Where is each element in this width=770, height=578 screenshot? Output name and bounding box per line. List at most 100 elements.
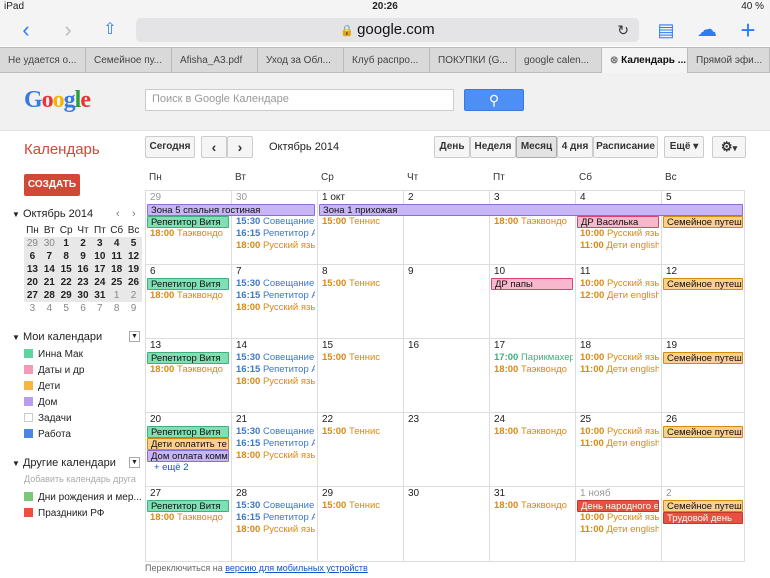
event[interactable]: Зона 5 спальня гостиная [147, 204, 315, 216]
mini-day[interactable]: 16 [74, 263, 92, 276]
mini-day[interactable]: 9 [74, 250, 92, 263]
more-events-link[interactable]: + ещё 2 [147, 462, 229, 474]
event[interactable]: 18:00 Русский язы [233, 302, 315, 314]
mini-day[interactable]: 8 [57, 250, 75, 263]
day-number[interactable]: 5 [666, 192, 672, 203]
event[interactable]: 18:00 Русский язы [233, 240, 315, 252]
add-friend-calendar-input[interactable]: Добавить календарь друга [24, 474, 140, 484]
event[interactable]: 18:00 Таэквондо [491, 216, 573, 228]
event[interactable]: 15:00 Теннис [319, 500, 401, 512]
more-button[interactable]: Ещё ▾ [664, 136, 704, 158]
prev-button[interactable]: ‹ [201, 136, 227, 158]
mini-day[interactable]: 12 [125, 250, 142, 263]
day-cell[interactable]: 10 [489, 264, 575, 338]
mini-day[interactable]: 11 [108, 250, 126, 263]
tab-5[interactable]: ПОКУПКИ (G... [430, 48, 516, 73]
tab-6[interactable]: google calen... [516, 48, 602, 73]
mini-day[interactable]: 19 [125, 263, 142, 276]
day-cell[interactable]: 8 [317, 264, 403, 338]
day-number[interactable]: 1 нояб [580, 488, 611, 499]
dropdown-icon[interactable]: ▼ [129, 331, 140, 342]
day-number[interactable]: 17 [494, 340, 505, 351]
share-icon[interactable]: ⇧ [98, 18, 122, 42]
event[interactable]: Репетитор Витя [147, 278, 229, 290]
event[interactable]: 18:00 Таэквондо [147, 512, 229, 524]
event[interactable]: 15:30 Совещание [233, 352, 315, 364]
calendar-item[interactable]: Дни рождения и мер... [24, 491, 142, 507]
day-number[interactable]: 13 [150, 340, 161, 351]
mini-day[interactable]: 8 [108, 302, 125, 315]
event[interactable]: Дети оплатить те [147, 438, 229, 450]
day-number[interactable]: 23 [408, 414, 419, 425]
event[interactable]: 16:15 Репетитор А [233, 228, 315, 240]
mini-day[interactable]: 29 [57, 289, 75, 302]
search-input[interactable]: Поиск в Google Календаре [145, 89, 454, 111]
event[interactable]: 18:00 Таэквондо [491, 500, 573, 512]
other-calendars-header[interactable]: ▼ Другие календари ▼ [12, 457, 140, 469]
event[interactable]: ДР Василька [577, 216, 659, 228]
today-button[interactable]: Сегодня [145, 136, 195, 158]
day-number[interactable]: 21 [236, 414, 247, 425]
day-number[interactable]: 29 [150, 192, 161, 203]
day-number[interactable]: 26 [666, 414, 677, 425]
event[interactable]: 15:00 Теннис [319, 278, 401, 290]
mini-day[interactable]: 10 [91, 250, 109, 263]
mini-day[interactable]: 3 [24, 302, 41, 315]
event[interactable]: Трудовой день [663, 512, 743, 524]
my-calendars-header[interactable]: ▼ Мои календари ▼ [12, 331, 140, 343]
day-number[interactable]: 25 [580, 414, 591, 425]
calendar-item[interactable]: Дети [24, 380, 84, 396]
mini-day[interactable]: 9 [125, 302, 142, 315]
event[interactable]: 10:00 Русский язы [577, 426, 659, 438]
back-icon[interactable]: ‹ [14, 18, 38, 42]
view-4days-button[interactable]: 4 дня [557, 136, 593, 158]
event[interactable]: 10:00 Русский язы [577, 278, 659, 290]
mini-day[interactable]: 31 [91, 289, 109, 302]
view-week-button[interactable]: Неделя [470, 136, 516, 158]
tab-7[interactable]: ⊗ Календарь ... [602, 48, 688, 73]
event[interactable]: 16:15 Репетитор А [233, 438, 315, 450]
calendar-item[interactable]: Даты и др [24, 364, 84, 380]
mini-day[interactable]: 26 [125, 276, 142, 289]
day-cell[interactable]: 2 [403, 190, 489, 264]
day-cell[interactable]: 30 [403, 486, 489, 562]
event[interactable]: 18:00 Таэквондо [491, 364, 573, 376]
event[interactable]: 15:00 Теннис [319, 216, 401, 228]
day-number[interactable]: 12 [666, 266, 677, 277]
close-icon[interactable]: ⊗ [610, 55, 621, 66]
event[interactable]: Репетитор Витя [147, 500, 229, 512]
day-number[interactable]: 16 [408, 340, 419, 351]
event[interactable]: 11:00 Дети english [577, 524, 659, 536]
cloud-icon[interactable]: ☁ [692, 18, 722, 42]
event[interactable]: 11:00 Дети english [577, 438, 659, 450]
create-button[interactable]: СОЗДАТЬ [24, 174, 80, 196]
mini-day[interactable]: 7 [40, 250, 58, 263]
tab-1[interactable]: Семейное пу... [86, 48, 172, 73]
event[interactable]: Семейное путешес [663, 426, 743, 438]
day-cell[interactable]: 15 [317, 338, 403, 412]
day-cell[interactable]: 16 [403, 338, 489, 412]
calendar-item[interactable]: Дом [24, 396, 84, 412]
mini-day[interactable]: 30 [74, 289, 92, 302]
day-number[interactable]: 3 [494, 192, 500, 203]
settings-button[interactable]: ⚙▾ [712, 136, 746, 158]
mini-day[interactable]: 7 [91, 302, 108, 315]
collapse-triangle-icon[interactable]: ▼ [12, 210, 20, 219]
day-cell[interactable]: 22 [317, 412, 403, 486]
event[interactable]: 16:15 Репетитор А [233, 290, 315, 302]
reload-icon[interactable]: ↻ [617, 18, 629, 42]
mini-day[interactable]: 4 [108, 237, 126, 250]
event[interactable]: Репетитор Витя [147, 352, 229, 364]
mini-day[interactable]: 27 [24, 289, 41, 302]
day-number[interactable]: 19 [666, 340, 677, 351]
event[interactable]: Семейное путешес [663, 278, 743, 290]
event[interactable]: Семейное путешес [663, 352, 743, 364]
day-number[interactable]: 20 [150, 414, 161, 425]
view-month-button[interactable]: Месяц [516, 136, 557, 158]
event[interactable]: 16:15 Репетитор А [233, 512, 315, 524]
event[interactable]: 18:00 Русский язы [233, 376, 315, 388]
day-number[interactable]: 10 [494, 266, 505, 277]
mini-day[interactable]: 2 [74, 237, 92, 250]
new-tab-icon[interactable]: + [736, 17, 760, 43]
tab-0[interactable]: Не удается о... [0, 48, 86, 73]
